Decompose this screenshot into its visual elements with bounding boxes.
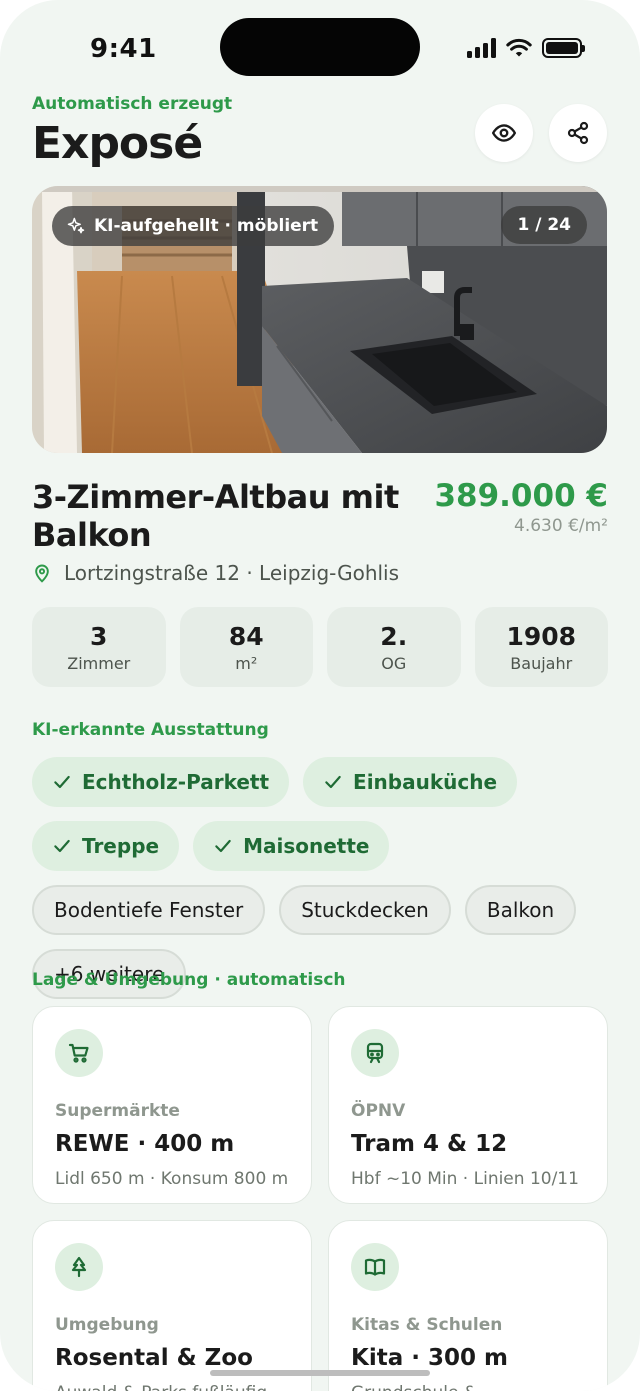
page-title: Exposé [32,118,203,169]
feature-chip[interactable]: Echtholz-Parkett [32,757,290,807]
card-main: Kita · 300 m [351,1345,508,1371]
dynamic-island [220,18,420,76]
auto-generated-label: Automatisch erzeugt [32,94,233,114]
feature-chip-label: Stuckdecken [301,898,429,922]
tree-icon [55,1243,103,1291]
location-pin-icon [35,564,49,583]
features-section-label: KI-erkannte Ausstattung [32,720,269,740]
feature-chip[interactable]: Maisonette [193,821,390,871]
location-section-label: Lage & Umgebung · automatisch [32,970,346,990]
preview-button[interactable] [475,104,533,162]
card-main: Tram 4 & 12 [351,1131,508,1157]
stat-value: 1908 [506,621,577,651]
feature-chip-label: Einbauküche [353,770,498,794]
stat-label: Baujahr [510,653,573,673]
card-sub: Hbf ~10 Min · Linien 10/11 [351,1169,579,1189]
card-category: Kitas & Schulen [351,1315,503,1335]
photo-counter: 1 / 24 [501,206,587,244]
ai-enhanced-badge: KI-aufgehellt · möbliert [52,206,335,246]
stat-label: m² [235,653,258,673]
feature-chip-label: Treppe [82,834,160,858]
address[interactable]: Lortzingstraße 12 · Leipzig-Gohlis [32,561,399,585]
stat-label: Zimmer [67,653,131,673]
card-sub: Auwald & Parks fußläufig [55,1383,289,1391]
feature-chip[interactable]: Balkon [464,885,577,935]
card-main: REWE · 400 m [55,1131,235,1157]
address-text: Lortzingstraße 12 · Leipzig-Gohlis [64,561,400,585]
cart-icon [55,1029,103,1077]
feature-chip-label: Echtholz-Parkett [82,770,270,794]
feature-chip-label: Balkon [486,898,555,922]
card-category: Supermärkte [55,1101,180,1121]
check-icon [54,839,70,853]
feature-chip-label: Maisonette [243,834,370,858]
feature-chip[interactable]: Einbauküche [303,757,518,807]
share-icon [567,121,589,145]
home-indicator[interactable] [210,1370,430,1376]
stat-area: 84 m² [179,607,313,687]
price-per-sqm: 4.630 €/m² [514,516,608,536]
stat-value: 3 [90,621,108,651]
listing-title: 3-Zimmer-Altbau mit Balkon [32,478,399,554]
sparkles-icon [67,217,85,234]
check-icon [325,775,341,789]
check-icon [54,775,70,789]
location-card-transit[interactable]: ÖPNV Tram 4 & 12 Hbf ~10 Min · Linien 10… [328,1006,608,1204]
location-cards: Supermärkte REWE · 400 m Lidl 650 m · Ko… [32,1006,608,1391]
key-facts: 3 Zimmer 84 m² 2. OG 1908 Baujahr [32,607,608,687]
card-category: ÖPNV [351,1101,406,1121]
card-category: Umgebung [55,1315,159,1335]
wifi-icon [506,38,532,57]
feature-chips: Echtholz-Parkett Einbauküche Treppe Mais… [32,757,612,999]
book-icon [351,1243,399,1291]
feature-chip[interactable]: Treppe [32,821,180,871]
status-icons [467,38,585,58]
listing-price: 389.000 € [434,478,608,514]
cellular-signal-icon [467,38,496,58]
card-sub: Lidl 650 m · Konsum 800 m [55,1169,289,1189]
expose-screen: 9:41 Automatisch erzeugt Exposé KI-aufge… [0,0,640,1391]
location-card-supermarkets[interactable]: Supermärkte REWE · 400 m Lidl 650 m · Ko… [32,1006,312,1204]
stat-value: 84 [228,621,264,651]
stat-value: 2. [380,621,408,651]
card-sub: Grundschule & [351,1383,585,1391]
stat-floor: 2. OG [327,607,461,687]
check-icon [215,839,231,853]
feature-chip-label: Bodentiefe Fenster [54,898,244,922]
stat-rooms: 3 Zimmer [32,607,166,687]
ai-enhanced-label: KI-aufgehellt · möbliert [94,216,319,236]
eye-icon [491,124,517,142]
feature-chip[interactable]: Bodentiefe Fenster [32,885,266,935]
stat-label: OG [381,653,407,673]
card-main: Rosental & Zoo [55,1345,253,1371]
train-icon [351,1029,399,1077]
stat-year-built: 1908 Baujahr [474,607,608,687]
status-time: 9:41 [90,34,157,64]
location-card-surroundings[interactable]: Umgebung Rosental & Zoo Auwald & Parks f… [32,1220,312,1391]
battery-icon [542,38,585,58]
location-card-schools[interactable]: Kitas & Schulen Kita · 300 m Grundschule… [328,1220,608,1391]
property-photo[interactable]: KI-aufgehellt · möbliert 1 / 24 [32,186,607,453]
feature-chip[interactable]: Stuckdecken [279,885,451,935]
share-button[interactable] [549,104,607,162]
